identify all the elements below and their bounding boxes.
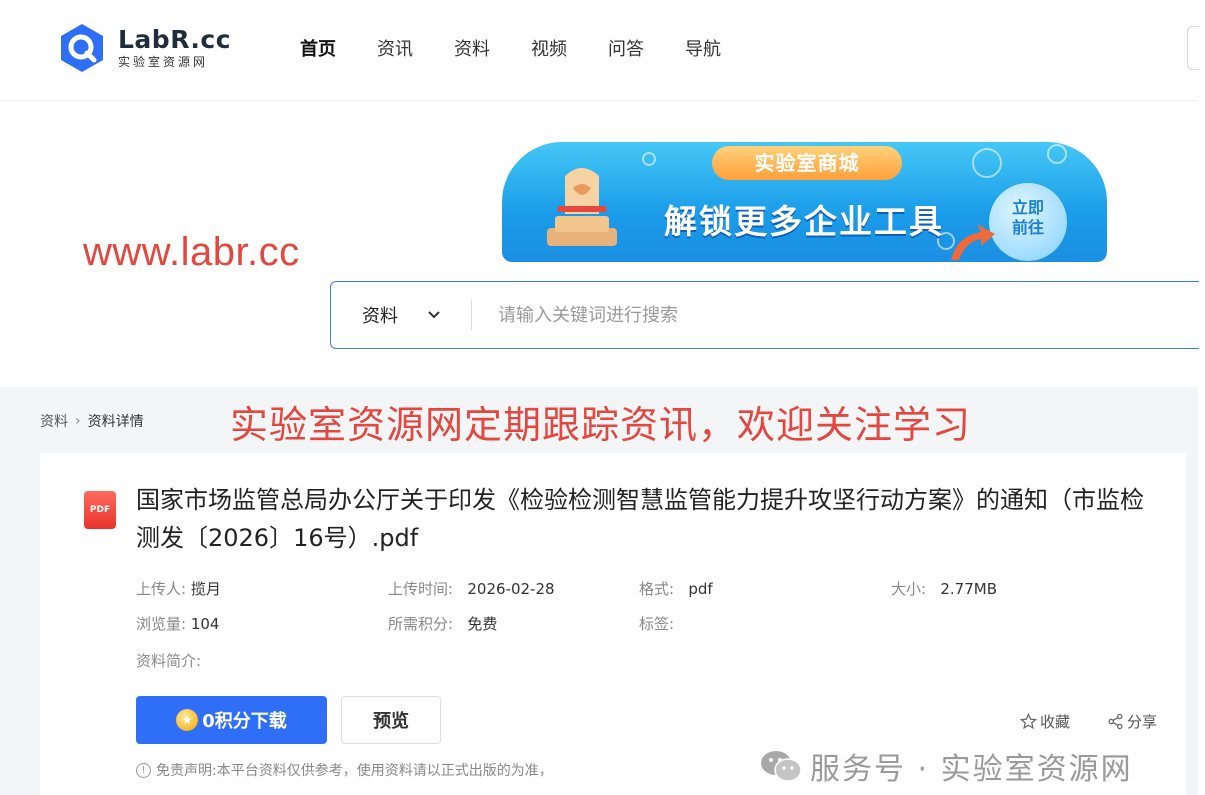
nav-home[interactable]: 首页 xyxy=(300,38,336,62)
logo-hexagon-icon xyxy=(61,24,103,72)
mall-banner[interactable]: 实验室商城 解锁更多企业工具 立即 前往 xyxy=(502,142,1107,262)
search-category-label: 资料 xyxy=(362,306,398,327)
header-search-box-edge[interactable] xyxy=(1187,26,1199,70)
search-input[interactable] xyxy=(498,304,1178,326)
trophy-figure-icon xyxy=(547,168,617,246)
star-icon xyxy=(1020,713,1037,730)
banner-go-line1: 立即 xyxy=(1011,198,1044,217)
wechat-watermark: 服务号 · 实验室资源网 xyxy=(760,744,1133,788)
overlay-red-text: 实验室资源网定期跟踪资讯，欢迎关注学习 xyxy=(230,403,972,447)
meta-views: 浏览量: 104 xyxy=(136,615,220,633)
download-button-label: 0积分下载 xyxy=(202,711,287,732)
top-header: LabR.cc 实验室资源网 首页 资讯 资料 视频 问答 导航 xyxy=(0,0,1199,101)
share-button[interactable]: 分享 xyxy=(1107,711,1157,732)
meta-format: 格式: pdf xyxy=(639,580,713,598)
bubble-decoration xyxy=(642,152,656,166)
search-bar: 资料 xyxy=(330,281,1199,349)
meta-summary-label: 资料简介: xyxy=(136,652,202,670)
nav-qa[interactable]: 问答 xyxy=(608,38,644,62)
meta-size: 大小: 2.77MB xyxy=(891,580,998,598)
chevron-right-icon: › xyxy=(75,413,81,429)
nav-news[interactable]: 资讯 xyxy=(377,38,413,62)
share-label: 分享 xyxy=(1127,713,1158,731)
chevron-down-icon xyxy=(428,307,440,323)
url-watermark: www.labr.cc xyxy=(83,230,300,274)
breadcrumb: 资料 › 资料详情 xyxy=(40,411,144,431)
search-divider xyxy=(471,300,472,330)
banner-go-line2: 前往 xyxy=(1011,218,1044,237)
coin-icon: ★ xyxy=(176,709,199,731)
bubble-decoration xyxy=(1047,144,1067,164)
main-nav: 首页 资讯 资料 视频 问答 导航 xyxy=(300,38,762,62)
bubble-decoration xyxy=(972,148,1002,178)
nav-resources[interactable]: 资料 xyxy=(454,38,490,62)
breadcrumb-root[interactable]: 资料 xyxy=(40,411,68,431)
disclaimer: ! 免责声明:本平台资料仅供参考，使用资料请以正式出版的为准， xyxy=(136,760,553,780)
banner-tag: 实验室商城 xyxy=(712,146,902,180)
favorite-label: 收藏 xyxy=(1040,713,1071,731)
info-icon: ! xyxy=(136,762,151,778)
pdf-file-icon: PDF xyxy=(84,491,116,529)
wechat-icon xyxy=(761,751,802,782)
preview-button[interactable]: 预览 xyxy=(341,696,441,744)
meta-upload-time: 上传时间: 2026-02-28 xyxy=(388,580,555,598)
meta-uploader: 上传人: 揽月 xyxy=(136,580,221,598)
logo-subtitle: 实验室资源网 xyxy=(118,55,209,69)
document-title: 国家市场监管总局办公厅关于印发《检验检测智慧监管能力提升攻坚行动方案》的通知（市… xyxy=(136,486,1144,552)
arrow-pointer-icon xyxy=(951,224,995,260)
meta-tags: 标签: xyxy=(639,615,675,633)
breadcrumb-current: 资料详情 xyxy=(87,414,144,430)
site-logo[interactable]: LabR.cc 实验室资源网 xyxy=(58,22,231,74)
favorite-button[interactable]: 收藏 xyxy=(1020,711,1070,732)
logo-title: LabR.cc xyxy=(118,25,232,54)
meta-points: 所需积分: 免费 xyxy=(388,615,498,633)
download-button[interactable]: ★ 0积分下载 xyxy=(136,696,327,744)
nav-directory[interactable]: 导航 xyxy=(685,38,721,62)
banner-title: 解锁更多企业工具 xyxy=(664,202,944,241)
search-category-select[interactable]: 资料 xyxy=(331,302,471,328)
disclaimer-text: 免责声明:本平台资料仅供参考，使用资料请以正式出版的为准， xyxy=(156,763,553,779)
nav-videos[interactable]: 视频 xyxy=(531,38,567,62)
banner-go-button[interactable]: 立即 前往 xyxy=(989,183,1067,261)
wechat-watermark-text: 服务号 · 实验室资源网 xyxy=(810,752,1133,787)
share-icon xyxy=(1108,713,1123,730)
